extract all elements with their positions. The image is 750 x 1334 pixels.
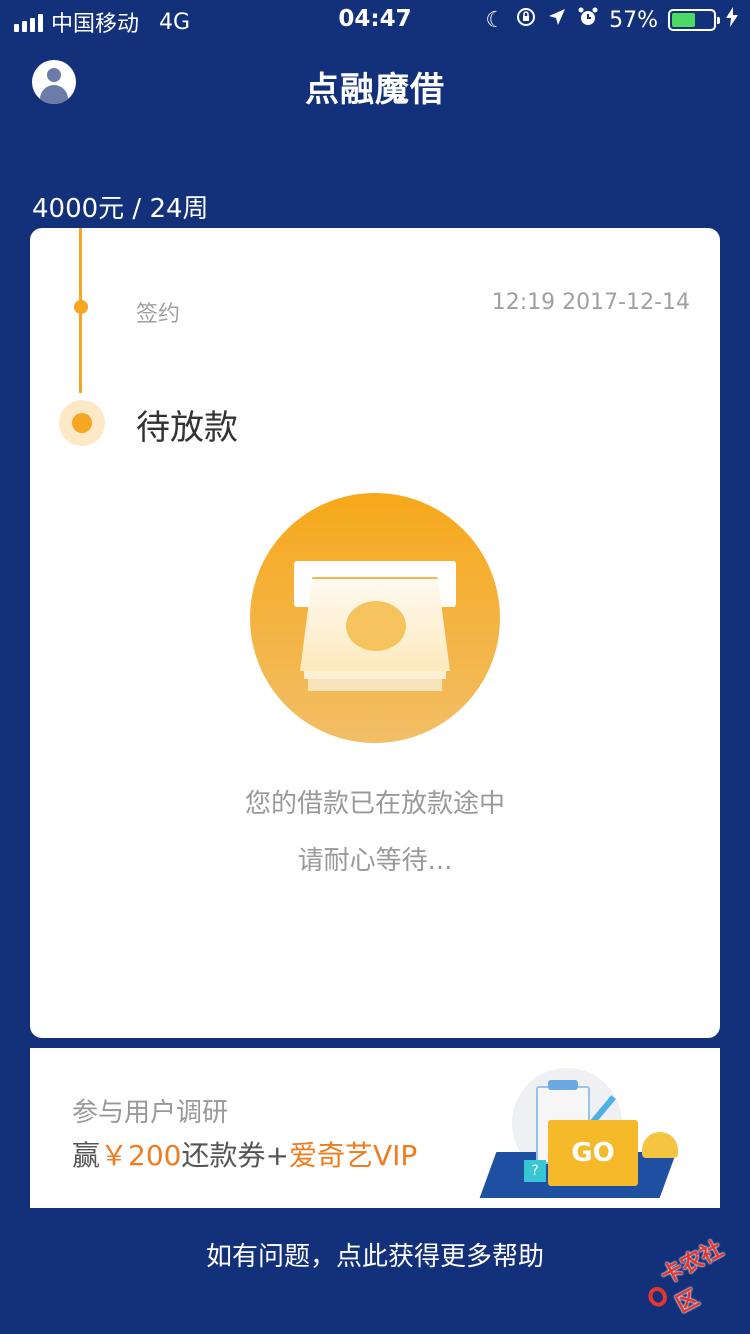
timeline-step-time: 12:19 2017-12-14 — [491, 290, 690, 315]
banner-prefix: 赢 — [72, 1139, 101, 1172]
status-bar-right: ☾ 57% — [485, 6, 738, 34]
alarm-icon — [577, 6, 599, 34]
loan-status-card: 签约 12:19 2017-12-14 待放款 您的借款已在放款途中 请耐心等待… — [30, 228, 720, 1038]
moon-icon: ☾ — [485, 7, 506, 33]
battery-fill — [672, 13, 695, 27]
charging-icon — [726, 7, 738, 33]
status-message: 您的借款已在放款途中 — [244, 789, 505, 819]
battery-icon — [668, 9, 720, 31]
banner-mid: 还款券+ — [181, 1139, 289, 1172]
go-ticket: GO — [548, 1120, 638, 1186]
loan-summary: 4000元 / 24周 — [32, 194, 209, 224]
banner-title: 参与用户调研 — [72, 1098, 229, 1128]
question-cube-icon: ? — [524, 1160, 546, 1182]
cash-dispense-icon — [250, 493, 500, 743]
survey-illustration: GO ? — [479, 1064, 682, 1204]
survey-banner[interactable]: 参与用户调研 赢￥200还款券+爱奇艺VIP GO ? — [30, 1048, 720, 1208]
timeline-dot-current — [59, 400, 105, 446]
page-title: 点融魔借 — [305, 70, 445, 110]
location-icon — [547, 7, 567, 33]
help-link[interactable]: 如有问题，点此获得更多帮助 — [0, 1236, 750, 1273]
current-status-label: 待放款 — [136, 408, 238, 448]
banner-subtitle: 赢￥200还款券+爱奇艺VIP — [72, 1134, 417, 1174]
battery-percent: 57% — [609, 7, 658, 33]
status-submessage: 请耐心等待... — [297, 846, 453, 876]
banner-vip: 爱奇艺VIP — [288, 1139, 418, 1172]
rotation-lock-icon — [515, 6, 537, 34]
cheese-icon — [642, 1132, 678, 1158]
timeline-dot-complete — [74, 300, 88, 314]
timeline-step-label: 签约 — [136, 302, 181, 327]
status-bar: 中国移动 4G 04:47 ☾ 57% — [0, 0, 750, 40]
banner-amount: ￥200 — [100, 1139, 182, 1172]
